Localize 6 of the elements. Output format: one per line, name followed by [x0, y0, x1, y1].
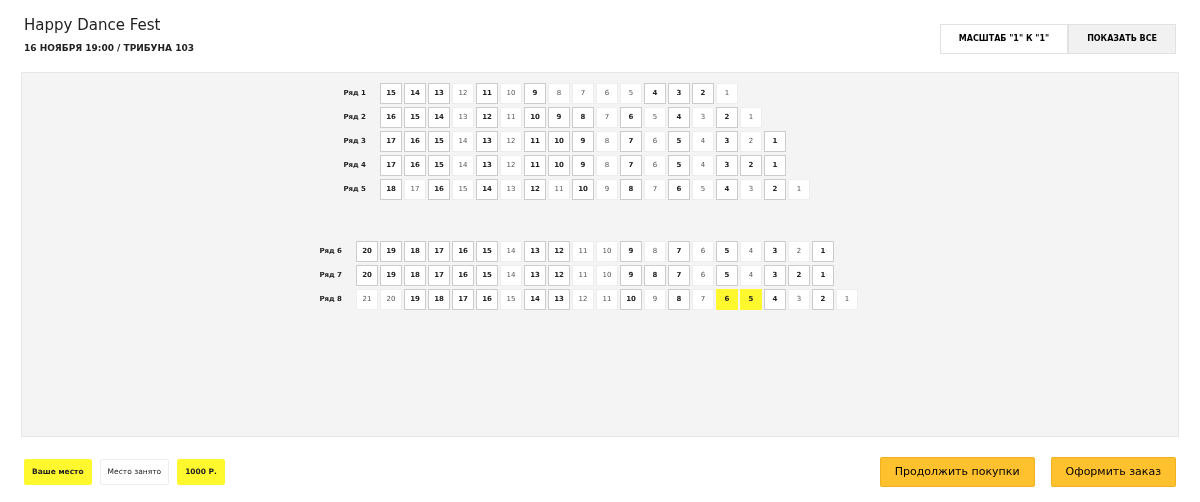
- view-button[interactable]: ПОКАЗАТЬ ВСЕ: [1068, 24, 1176, 54]
- view-button[interactable]: МАСШТАБ "1" К "1": [939, 24, 1069, 54]
- action-button[interactable]: Продолжить покупки: [879, 457, 1035, 487]
- action-button[interactable]: Оформить заказ: [1050, 457, 1176, 487]
- event-subtitle: 16 НОЯБРЯ 19:00 / ТРИБУНА 103: [24, 42, 194, 55]
- event-title: Happy Dance Fest: [24, 16, 162, 34]
